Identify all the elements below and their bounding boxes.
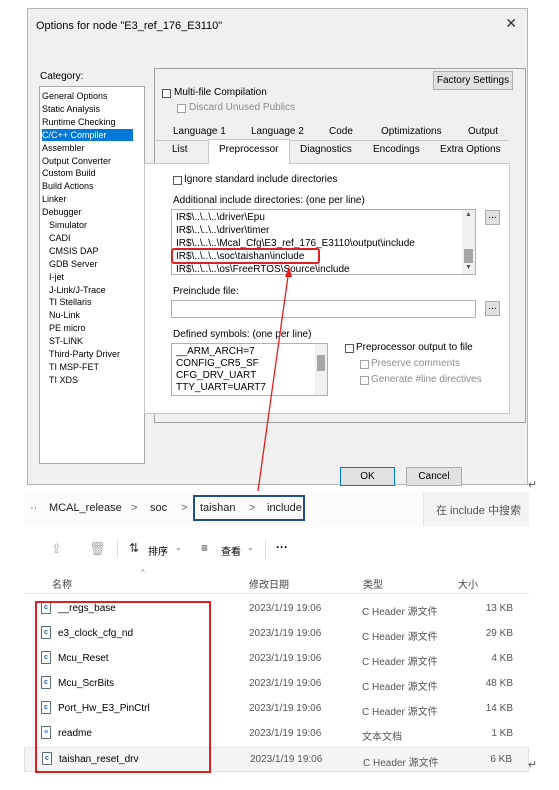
arrow-head: [285, 266, 292, 277]
arrow-line: [257, 268, 290, 492]
red-arrow: [257, 266, 292, 492]
